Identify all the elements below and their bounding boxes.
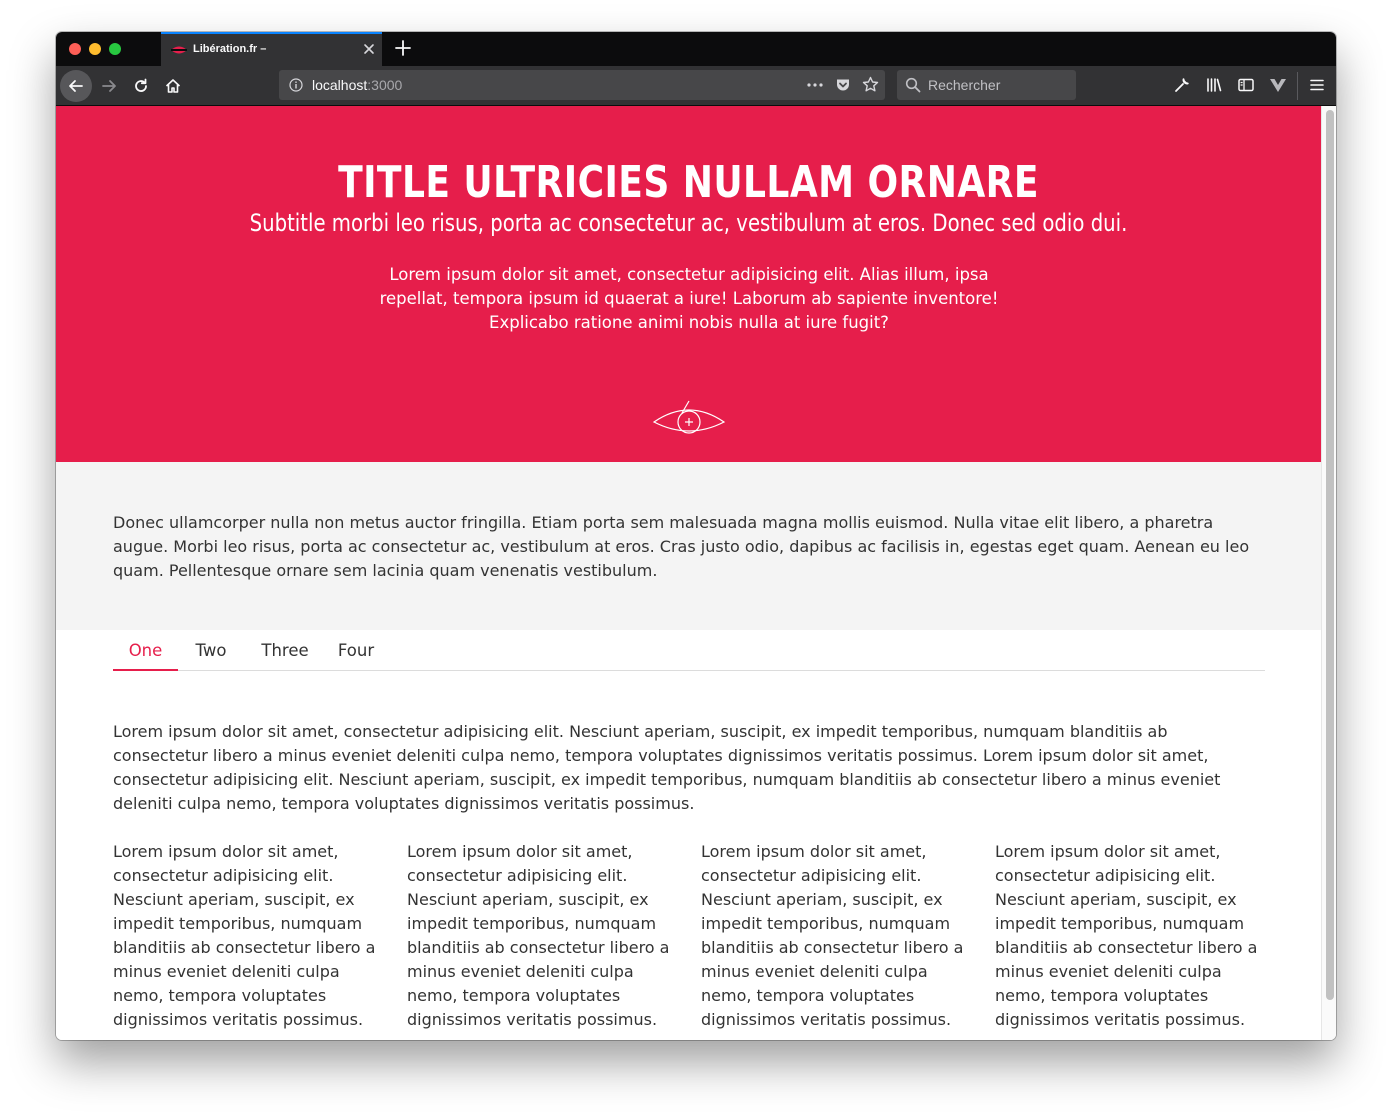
- hero-title: TITLE ULTRICIES NULLAM ORNARE: [338, 157, 1039, 208]
- intro-paragraph: Donec ullamcorper nulla non metus auctor…: [113, 513, 1250, 580]
- arrow-right-icon: [102, 80, 116, 92]
- url-port: :3000: [367, 77, 403, 93]
- home-icon: [165, 79, 181, 93]
- library-icon[interactable]: [1205, 76, 1223, 94]
- scrollbar-thumb[interactable]: [1326, 110, 1334, 1000]
- search-icon: [905, 77, 921, 93]
- vue-devtools-icon[interactable]: [1269, 76, 1287, 94]
- tab-title: Libération.fr –: [193, 43, 267, 55]
- reload-button[interactable]: [125, 70, 157, 102]
- hero-text: Lorem ipsum dolor sit amet, consectetur …: [379, 265, 999, 332]
- tab-strip: Libération.fr –: [56, 32, 1336, 66]
- address-bar[interactable]: localhost:3000: [279, 70, 885, 100]
- column-text-2: Lorem ipsum dolor sit amet, consectetur …: [407, 842, 670, 1029]
- hero-section: TITLE ULTRICIES NULLAM ORNARE Subtitle m…: [56, 106, 1321, 462]
- column-text-4: Lorem ipsum dolor sit amet, consectetur …: [995, 842, 1258, 1029]
- url-text[interactable]: localhost:3000: [312, 77, 402, 93]
- sidebar-toggle-icon[interactable]: [1237, 76, 1255, 94]
- navigation-toolbar: localhost:3000 Rechercher: [56, 66, 1336, 106]
- tab-two[interactable]: Two: [191, 641, 231, 671]
- hero-subtitle: Subtitle morbi leo risus, porta ac conse…: [249, 209, 1128, 237]
- browser-window: Libération.fr – localhost:3000 Recherche…: [56, 32, 1336, 1040]
- browser-tab[interactable]: Libération.fr –: [161, 32, 382, 66]
- wrench-icon[interactable]: [1173, 76, 1191, 94]
- back-button[interactable]: [60, 70, 92, 102]
- tab-three[interactable]: Three: [257, 641, 313, 671]
- search-bar[interactable]: Rechercher: [897, 70, 1076, 100]
- tab-one[interactable]: One: [113, 641, 178, 671]
- info-icon[interactable]: [289, 78, 303, 92]
- more-actions-icon[interactable]: [806, 77, 824, 93]
- forward-button[interactable]: [93, 70, 125, 102]
- new-tab-icon[interactable]: [394, 39, 412, 57]
- window-maximize-button[interactable]: [109, 43, 121, 55]
- column-text-1: Lorem ipsum dolor sit amet, consectetur …: [113, 842, 376, 1029]
- page-viewport: TITLE ULTRICIES NULLAM ORNARE Subtitle m…: [56, 106, 1336, 1040]
- liberation-favicon-icon: [171, 46, 187, 54]
- search-placeholder: Rechercher: [928, 77, 1001, 93]
- hamburger-menu-icon[interactable]: [1308, 76, 1326, 94]
- window-close-button[interactable]: [69, 43, 81, 55]
- window-minimize-button[interactable]: [89, 43, 101, 55]
- vertical-scrollbar[interactable]: [1321, 106, 1336, 1040]
- intro-section: Donec ullamcorper nulla non metus auctor…: [56, 462, 1321, 630]
- url-host: localhost: [312, 77, 368, 93]
- bookmark-star-icon[interactable]: [862, 76, 879, 93]
- close-tab-icon[interactable]: [362, 42, 376, 56]
- reload-icon: [135, 78, 147, 92]
- toolbar-separator: [1297, 72, 1298, 100]
- pocket-icon[interactable]: [835, 77, 851, 93]
- arrow-left-icon: [69, 80, 83, 92]
- column-text-3: Lorem ipsum dolor sit amet, consectetur …: [701, 842, 964, 1029]
- tab-content-paragraph: Lorem ipsum dolor sit amet, consectetur …: [113, 722, 1221, 813]
- eye-icon: [652, 400, 726, 434]
- home-button[interactable]: [157, 70, 189, 102]
- tab-four[interactable]: Four: [335, 641, 377, 671]
- content-tabs: One Two Three Four: [113, 630, 1265, 671]
